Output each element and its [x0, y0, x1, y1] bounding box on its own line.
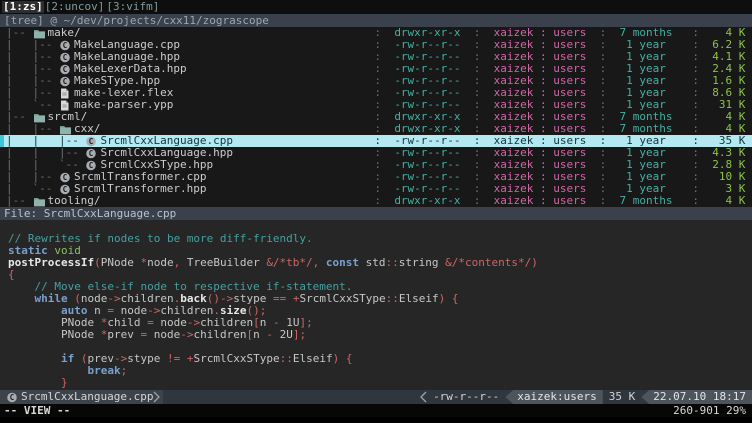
vifm-window: [1:zs][2:uncov][3:vifm] [tree] @ ~/dev/p… [0, 0, 752, 423]
tab-vifm[interactable]: [3:vifm] [105, 1, 160, 13]
code-line: PNode *prev = node->children[n - 2U]; [8, 329, 752, 341]
code-line: postProcessIf(PNode *node, TreeBuilder &… [8, 257, 752, 269]
bottom-gap [0, 417, 752, 423]
preview-file-label: File: SrcmlCxxLanguage.cpp [4, 208, 176, 220]
size-segment: 35 K [603, 390, 642, 404]
file-icon [59, 88, 72, 99]
svg-text:C: C [10, 393, 15, 402]
tab-uncov[interactable]: [2:uncov] [44, 1, 106, 13]
cpp-icon: C [85, 136, 98, 147]
file-name: make-parser.ypp [74, 99, 173, 111]
preview-header: File: SrcmlCxxLanguage.cpp [0, 207, 752, 220]
code-line: // Rewrites if nodes to be more diff-fri… [8, 233, 752, 245]
chevron-left-icon [419, 391, 427, 403]
mtime-segment: 22.07.10 18:17 [641, 390, 752, 404]
cpp-icon: C [59, 40, 72, 51]
folder-icon [33, 112, 46, 123]
svg-text:C: C [63, 173, 68, 182]
cpp-icon: C [59, 76, 72, 87]
file-details: : drwxr-xr-x : xaizek : users : 7 months… [368, 195, 752, 207]
command-line: -- VIEW -- 260-901 29% [0, 404, 752, 417]
svg-text:C: C [63, 65, 68, 74]
breadcrumb: [tree] @ ~/dev/projects/cxx11/zograscope [0, 14, 752, 27]
scroll-position: 260-901 29% [673, 405, 746, 417]
svg-text:C: C [63, 53, 68, 62]
file-list[interactable]: |-- make/ : drwxr-xr-x : xaizek : users … [0, 27, 752, 207]
statusline: C SrcmlCxxLanguage.cpp -rw-r--r-- xaizek:… [0, 390, 752, 404]
tabline: [1:zs][2:uncov][3:vifm] [0, 0, 752, 14]
tab-zs[interactable]: [1:zs] [2, 1, 44, 13]
svg-text:C: C [89, 161, 94, 170]
folder-icon [33, 28, 46, 39]
chevron-right-icon [153, 391, 161, 403]
current-path: [tree] @ ~/dev/projects/cxx11/zograscope [4, 15, 269, 27]
cpp-icon: C [6, 392, 19, 403]
svg-text:C: C [63, 41, 68, 50]
folder-icon [33, 196, 46, 207]
cpp-icon: C [59, 52, 72, 63]
code-line: } [8, 377, 752, 389]
cpp-icon: C [85, 160, 98, 171]
svg-text:C: C [63, 77, 68, 86]
file-row[interactable]: |-- tooling/ : drwxr-xr-x : xaizek : use… [0, 195, 752, 207]
svg-text:C: C [89, 149, 94, 158]
statusline-filename: SrcmlCxxLanguage.cpp [21, 391, 153, 403]
cpp-icon: C [59, 64, 72, 75]
file-icon [59, 100, 72, 111]
owner-segment: xaizek:users [505, 390, 602, 404]
code-line: break; [8, 365, 752, 377]
statusline-file-segment: C SrcmlCxxLanguage.cpp [0, 390, 163, 404]
mode-indicator: -- VIEW -- [4, 405, 70, 417]
file-name: tooling/ [48, 195, 101, 207]
cpp-icon: C [59, 184, 72, 195]
folder-icon [59, 124, 72, 135]
cpp-icon: C [85, 148, 98, 159]
permissions-segment: -rw-r--r-- [427, 390, 505, 404]
svg-text:C: C [89, 137, 94, 146]
cpp-icon: C [59, 172, 72, 183]
tree-connector: |-- [6, 195, 33, 207]
code-preview[interactable]: // Rewrites if nodes to be more diff-fri… [0, 220, 752, 390]
svg-text:C: C [63, 185, 68, 194]
